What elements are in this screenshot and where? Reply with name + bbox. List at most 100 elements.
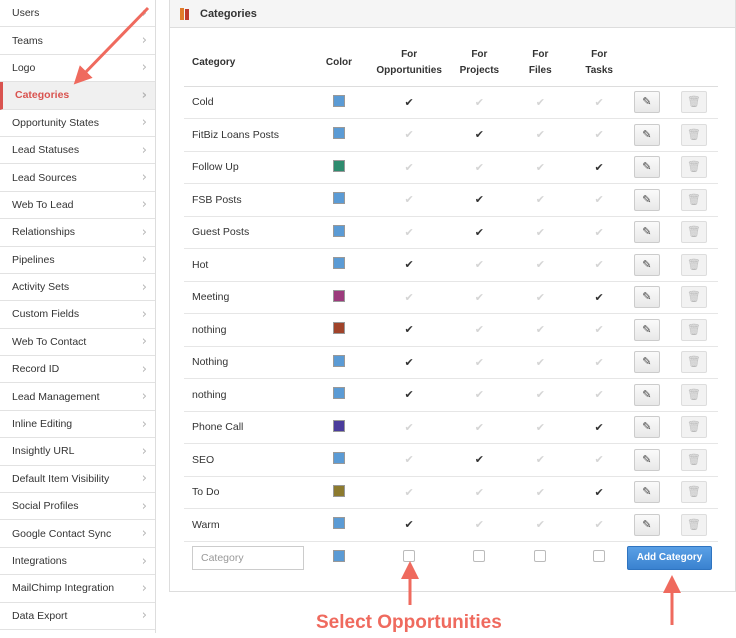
for-tasks-cell: ✔: [574, 151, 624, 184]
sidebar-item-social-profiles[interactable]: Social Profiles ›: [0, 493, 155, 521]
delete-cell: 🗑: [669, 346, 718, 379]
sidebar-item-web-to-lead[interactable]: Web To Lead ›: [0, 192, 155, 220]
checkmark-icon: ✔: [474, 225, 484, 239]
sidebar-item-logo[interactable]: Logo ›: [0, 55, 155, 83]
chevron-right-icon: ›: [141, 471, 147, 487]
edit-button[interactable]: ✎: [633, 448, 660, 471]
edit-button[interactable]: ✎: [633, 481, 660, 504]
delete-button[interactable]: 🗑: [680, 156, 707, 179]
sidebar-item-categories[interactable]: Categories ›: [0, 82, 155, 110]
sidebar-item-lead-sources[interactable]: Lead Sources ›: [0, 164, 155, 192]
sidebar-item-custom-fields[interactable]: Custom Fields ›: [0, 301, 155, 329]
edit-cell: ✎: [623, 118, 670, 152]
new-category-input[interactable]: [192, 545, 304, 570]
for-projects-cell: ✔: [452, 151, 507, 184]
category-name: Warm: [184, 508, 313, 542]
color-cell: [312, 508, 366, 542]
delete-button[interactable]: 🗑: [680, 513, 707, 536]
new-color-cell: [312, 541, 366, 574]
header-for-files: For Files: [506, 40, 575, 87]
for-opportunities-checkbox[interactable]: [403, 550, 416, 562]
for-opportunities-cell: ✔: [365, 508, 453, 542]
sidebar-item-label: Pipelines: [12, 253, 55, 266]
edit-button[interactable]: ✎: [633, 221, 660, 244]
delete-button[interactable]: 🗑: [680, 416, 707, 439]
sidebar-item-data-export[interactable]: Data Export ›: [0, 603, 155, 630]
delete-button[interactable]: 🗑: [680, 351, 707, 374]
sidebar-item-record-id[interactable]: Record ID ›: [0, 356, 155, 384]
checkmark-icon: ✔: [594, 485, 604, 499]
header-for-tasks: For Tasks: [574, 40, 624, 87]
edit-button[interactable]: ✎: [633, 188, 660, 211]
for-files-checkbox[interactable]: [534, 550, 547, 562]
checkmark-icon: ✔: [594, 355, 604, 369]
sidebar-item-teams[interactable]: Teams ›: [0, 27, 155, 55]
edit-button[interactable]: ✎: [633, 91, 660, 114]
delete-button[interactable]: 🗑: [680, 91, 707, 114]
checkmark-icon: ✔: [404, 290, 414, 304]
sidebar-item-label: Default Item Visibility: [12, 472, 110, 485]
checkmark-icon: ✔: [404, 95, 414, 109]
header-color: Color: [312, 40, 366, 87]
chevron-right-icon: ›: [141, 224, 147, 240]
edit-button[interactable]: ✎: [633, 513, 660, 536]
edit-button[interactable]: ✎: [633, 351, 660, 374]
pencil-icon: ✎: [642, 225, 652, 239]
table-row: Warm ✔ ✔ ✔ ✔ ✎ 🗑: [184, 508, 718, 542]
delete-button[interactable]: 🗑: [680, 286, 707, 309]
checkmark-icon: ✔: [535, 355, 545, 369]
edit-button[interactable]: ✎: [633, 123, 660, 146]
delete-button[interactable]: 🗑: [680, 318, 707, 341]
sidebar-item-relationships[interactable]: Relationships ›: [0, 219, 155, 247]
delete-cell: 🗑: [669, 86, 718, 119]
edit-button[interactable]: ✎: [633, 253, 660, 276]
sidebar-item-insightly-url[interactable]: Insightly URL ›: [0, 438, 155, 466]
trash-icon: 🗑: [686, 485, 701, 499]
edit-button[interactable]: ✎: [633, 416, 660, 439]
sidebar-item-integrations[interactable]: Integrations ›: [0, 548, 155, 576]
sidebar-item-default-item-visibility[interactable]: Default Item Visibility ›: [0, 466, 155, 494]
delete-button[interactable]: 🗑: [680, 123, 707, 146]
sidebar-item-web-to-contact[interactable]: Web To Contact ›: [0, 329, 155, 357]
sidebar-item-label: Lead Management: [12, 390, 100, 403]
sidebar-item-users[interactable]: Users ›: [0, 0, 155, 28]
for-projects-cell: ✔: [452, 281, 507, 314]
delete-button[interactable]: 🗑: [680, 481, 707, 504]
sidebar-item-mailchimp-integration[interactable]: MailChimp Integration ›: [0, 575, 155, 603]
color-cell: [312, 248, 366, 282]
for-tasks-cell: ✔: [574, 281, 624, 314]
sidebar-item-lead-statuses[interactable]: Lead Statuses ›: [0, 137, 155, 165]
edit-button[interactable]: ✎: [633, 383, 660, 406]
for-tasks-cell: ✔: [574, 248, 624, 282]
for-projects-cell: ✔: [452, 216, 507, 249]
sidebar-item-inline-editing[interactable]: Inline Editing ›: [0, 411, 155, 439]
edit-button[interactable]: ✎: [633, 286, 660, 309]
delete-button[interactable]: 🗑: [680, 253, 707, 276]
delete-button[interactable]: 🗑: [680, 448, 707, 471]
checkmark-icon: ✔: [535, 128, 545, 142]
for-tasks-cell: ✔: [574, 508, 624, 542]
sidebar-item-google-contact-sync[interactable]: Google Contact Sync ›: [0, 520, 155, 548]
trash-icon: 🗑: [686, 127, 701, 141]
sidebar-item-activity-sets[interactable]: Activity Sets ›: [0, 274, 155, 302]
sidebar-item-opportunity-states[interactable]: Opportunity States ›: [0, 110, 155, 137]
delete-button[interactable]: 🗑: [680, 383, 707, 406]
add-category-button[interactable]: Add Category: [627, 545, 712, 570]
edit-button[interactable]: ✎: [633, 156, 660, 179]
panel-title: Categories: [200, 7, 257, 20]
table-row: FitBiz Loans Posts ✔ ✔ ✔ ✔ ✎ 🗑: [184, 118, 718, 152]
table-row: Meeting ✔ ✔ ✔ ✔ ✎ 🗑: [184, 281, 718, 314]
category-name: Cold: [184, 86, 313, 119]
new-color-swatch[interactable]: [332, 550, 345, 562]
delete-button[interactable]: 🗑: [680, 221, 707, 244]
checkmark-icon: ✔: [404, 258, 414, 272]
for-projects-cell: ✔: [452, 313, 507, 347]
sidebar-item-lead-management[interactable]: Lead Management ›: [0, 383, 155, 411]
delete-cell: 🗑: [669, 508, 718, 542]
for-projects-checkbox[interactable]: [473, 550, 486, 562]
edit-button[interactable]: ✎: [633, 318, 660, 341]
sidebar-item-pipelines[interactable]: Pipelines ›: [0, 247, 155, 274]
for-tasks-checkbox[interactable]: [593, 550, 606, 562]
for-projects-cell: ✔: [452, 508, 507, 542]
delete-button[interactable]: 🗑: [680, 188, 707, 211]
